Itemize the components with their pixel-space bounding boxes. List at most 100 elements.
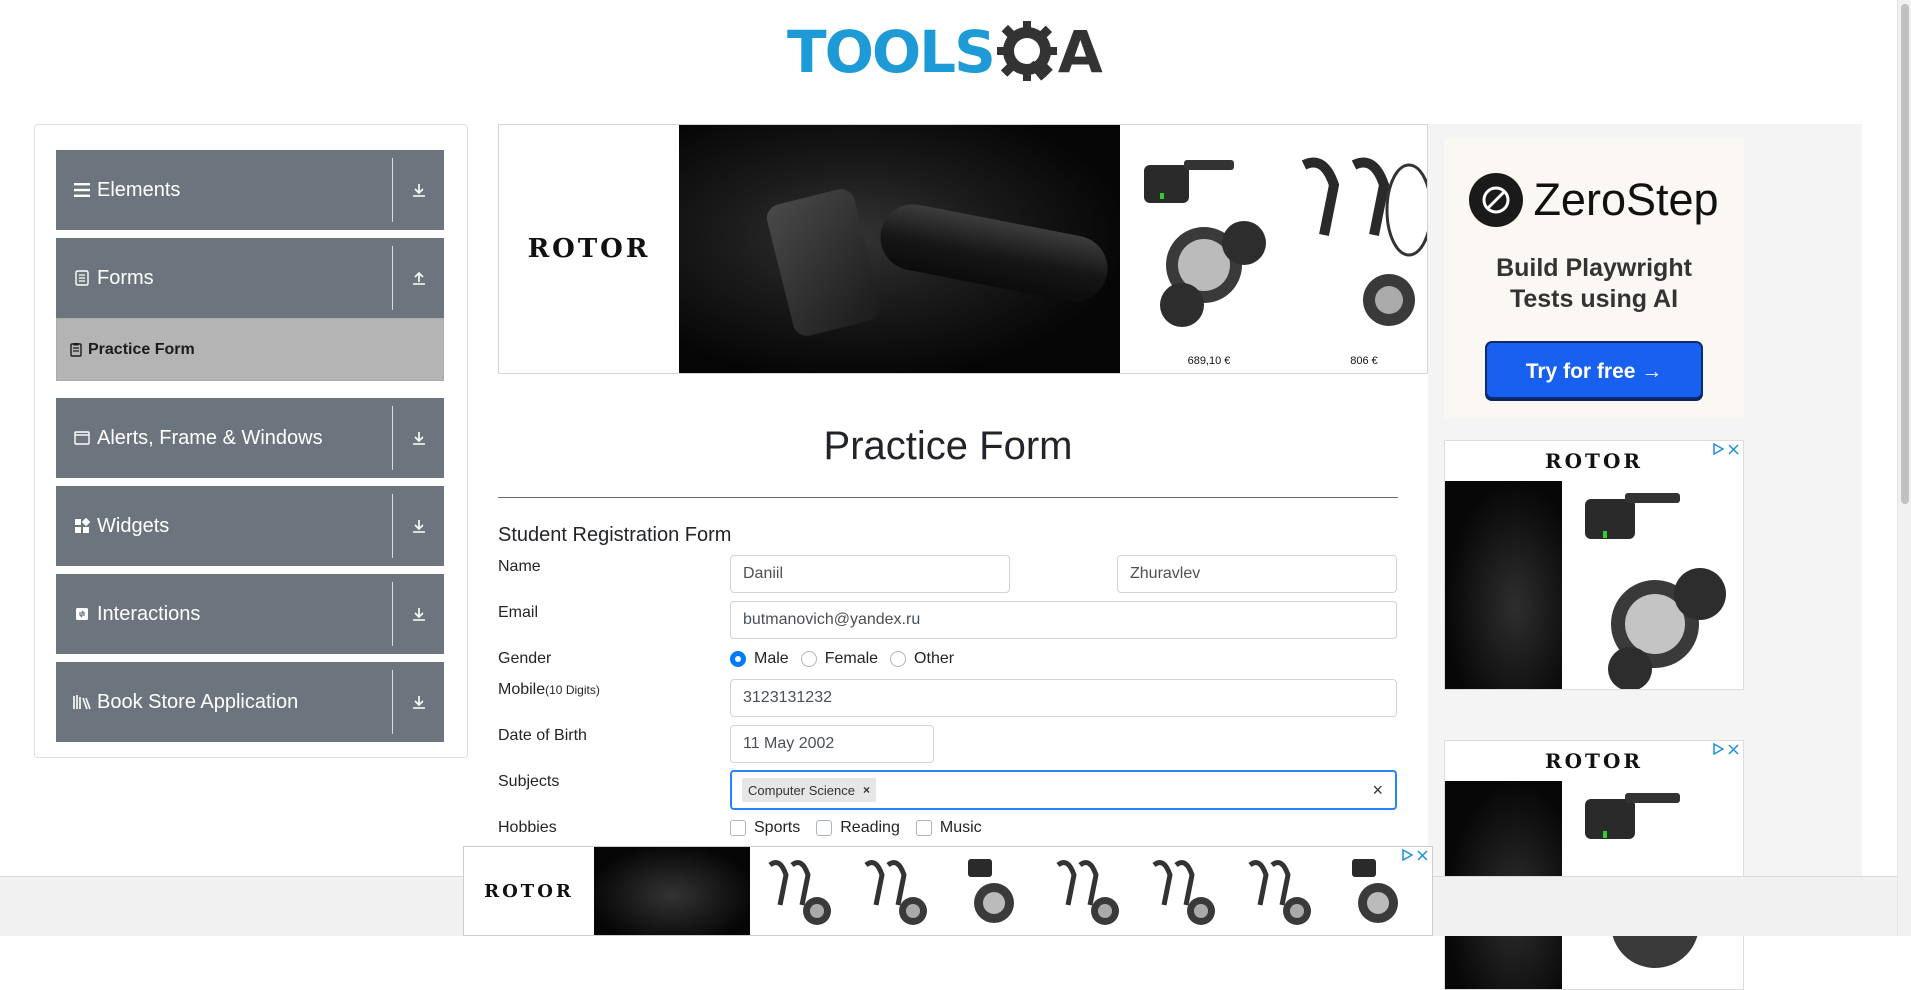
groupset-image: [1301, 157, 1427, 326]
name-label: Name: [498, 558, 541, 575]
gender-female-radio[interactable]: Female: [800, 650, 879, 668]
mobile-input[interactable]: 3123131232: [730, 679, 1397, 717]
ad-product-photo: [679, 125, 1120, 373]
mobile-label-text: Mobile: [498, 681, 546, 698]
subject-chip-label: Computer Science: [748, 782, 855, 798]
ad-brand-logo: ROTOR: [499, 125, 679, 373]
mobile-label: Mobile(10 Digits): [498, 681, 600, 699]
divider: [392, 670, 393, 734]
divider: [392, 406, 393, 470]
toolsqa-logo[interactable]: TOOLS A: [787, 14, 1103, 90]
download-arrow-icon[interactable]: [393, 518, 444, 534]
gender-radio-group: Male Female Other: [730, 650, 966, 668]
document-icon: [73, 269, 91, 287]
gear-icon: [996, 21, 1057, 81]
logo-text-tools: TOOLS: [787, 18, 996, 86]
zerostep-ad[interactable]: ZeroStep Build Playwright Tests using AI…: [1444, 138, 1744, 418]
radio-label: Male: [754, 650, 789, 667]
product-thumbnail: [864, 860, 927, 925]
sidebar-group-interactions[interactable]: Interactions: [56, 574, 444, 654]
product-thumbnail: [768, 860, 831, 925]
radio-label: Other: [914, 650, 955, 667]
last-name-input[interactable]: Zhuravlev: [1117, 555, 1397, 593]
checkbox[interactable]: [816, 820, 833, 836]
product-thumbnail: [968, 859, 1014, 923]
sidebar-group-label: Book Store Application: [97, 690, 299, 713]
upload-arrow-icon[interactable]: [393, 270, 444, 286]
checkbox-label: Sports: [754, 819, 801, 836]
radio-button[interactable]: [730, 651, 746, 667]
email-input[interactable]: butmanovich@yandex.ru: [730, 601, 1397, 639]
checkbox[interactable]: [730, 820, 746, 836]
sidebar-item-label: Practice Form: [88, 340, 195, 358]
sidebar-group-label: Alerts, Frame & Windows: [97, 426, 323, 449]
ad-price: 689,10 €: [1187, 355, 1231, 367]
radio-button[interactable]: [890, 651, 907, 667]
ad-product-groupset[interactable]: 806 €: [1294, 125, 1427, 373]
product-thumbnail: [1248, 860, 1311, 925]
download-arrow-icon[interactable]: [393, 182, 444, 198]
hobbies-checkbox-group: Sports Reading Music: [730, 819, 994, 837]
download-arrow-icon[interactable]: [393, 606, 444, 622]
subject-chip: Computer Science ×: [742, 778, 876, 802]
page-scrollbar[interactable]: [1897, 0, 1911, 936]
window-icon: [73, 429, 91, 447]
ad-brand-text: ROTOR: [1545, 749, 1643, 773]
radio-label: Female: [824, 650, 879, 667]
date-of-birth-input[interactable]: 11 May 2002: [730, 725, 934, 763]
checkbox[interactable]: [915, 820, 932, 836]
handlebar-grip-image: [874, 198, 1114, 308]
rotor-side-ad-2[interactable]: ROTOR: [1444, 740, 1744, 990]
scrollbar-thumb[interactable]: [1901, 4, 1909, 504]
ad-brand-logo: ROTOR: [1445, 449, 1743, 473]
hobby-sports-checkbox[interactable]: Sports: [730, 819, 800, 837]
sidebar-group-forms[interactable]: Forms: [56, 238, 444, 318]
hamburger-icon: [73, 181, 91, 199]
remove-subject-icon[interactable]: ×: [855, 783, 876, 797]
close-icon[interactable]: [1417, 849, 1428, 861]
gender-label: Gender: [498, 650, 552, 667]
hobby-reading-checkbox[interactable]: Reading: [816, 819, 900, 837]
product-thumbnail: [1352, 859, 1398, 923]
ad-brand-text: ROTOR: [527, 234, 651, 264]
dob-label: Date of Birth: [498, 727, 587, 744]
checkbox-label: Reading: [840, 819, 900, 836]
sidebar-item-practice-form[interactable]: Practice Form: [56, 318, 444, 381]
product-thumbnail: [1056, 860, 1119, 925]
product-thumbnail: [1152, 860, 1215, 925]
form-title: Student Registration Form: [498, 524, 732, 546]
divider: [392, 246, 393, 310]
sidebar-group-widgets[interactable]: Widgets: [56, 486, 444, 566]
gender-other-radio[interactable]: Other: [890, 650, 954, 668]
ad-product-derailleur[interactable]: 689,10 €: [1124, 125, 1294, 373]
title-divider: [498, 497, 1398, 498]
subjects-label: Subjects: [498, 773, 560, 790]
clear-subjects-icon[interactable]: ×: [1372, 780, 1383, 801]
shifter-lever-image: [764, 186, 884, 339]
bottom-banner-ad[interactable]: ROTOR: [463, 846, 1433, 936]
zerostep-logo-icon: [1469, 173, 1524, 227]
ad-brand-text: ROTOR: [484, 880, 574, 902]
first-name-input[interactable]: Daniil: [730, 555, 1010, 593]
ad-price: 806 €: [1350, 355, 1378, 367]
gender-male-radio[interactable]: Male: [730, 650, 789, 668]
try-for-free-button[interactable]: Try for free →: [1485, 341, 1703, 399]
download-arrow-icon[interactable]: [393, 694, 444, 710]
sidebar-group-label: Interactions: [97, 602, 201, 625]
page-title: Practice Form: [823, 424, 1073, 468]
zerostep-name: ZeroStep: [1533, 174, 1719, 225]
radio-button[interactable]: [800, 651, 817, 667]
sidebar-group-label: Forms: [97, 266, 154, 289]
sidebar-group-alerts[interactable]: Alerts, Frame & Windows: [56, 398, 444, 478]
derailleur-image: [1585, 493, 1726, 689]
download-arrow-icon[interactable]: [393, 430, 444, 446]
sidebar-group-book-store[interactable]: Book Store Application: [56, 662, 444, 742]
logo-text-a: A: [1057, 18, 1103, 86]
email-label: Email: [498, 604, 539, 621]
sidebar-group-elements[interactable]: Elements: [56, 150, 444, 230]
sidebar: Elements Forms Practice Form Alerts, Fra…: [34, 124, 468, 758]
rotor-side-ad-1[interactable]: ROTOR: [1444, 440, 1744, 690]
hobby-music-checkbox[interactable]: Music: [915, 819, 982, 837]
subjects-input[interactable]: Computer Science × ×: [730, 770, 1397, 810]
top-banner-ad[interactable]: ROTOR 689,10 € 806 €: [498, 124, 1428, 374]
